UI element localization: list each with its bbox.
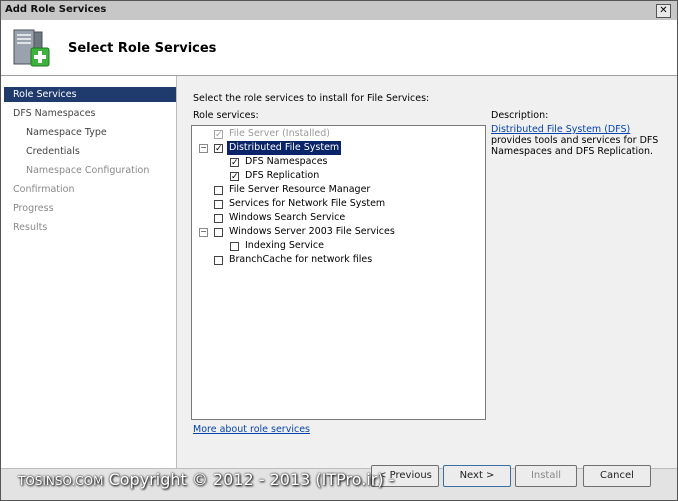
tree-row: Indexing Service <box>192 239 482 253</box>
nav-item-confirmation: Confirmation <box>13 184 75 195</box>
nav-item-progress: Progress <box>13 203 54 214</box>
description-label: Description: <box>491 110 549 121</box>
nav-item-dfs-namespaces[interactable]: DFS Namespaces <box>1 106 176 121</box>
wizard-header: Select Role Services <box>1 20 677 76</box>
tree-item-label: Windows Server 2003 File Services <box>229 226 395 237</box>
windows-search-checkbox[interactable] <box>214 214 223 223</box>
tree-row: DFS Replication <box>192 169 482 184</box>
nfs-checkbox[interactable] <box>214 200 223 209</box>
tree-row: File Server (Installed) <box>192 127 482 142</box>
role-services-tree[interactable]: File Server (Installed) − Distributed Fi… <box>191 125 486 420</box>
dfs-description-link[interactable]: Distributed File System (DFS) <box>491 124 630 135</box>
fsrm-checkbox[interactable] <box>214 186 223 195</box>
watermark-site: TOSINSO.COM <box>18 474 104 488</box>
dfs-namespaces-checkbox[interactable] <box>230 156 239 170</box>
wizard-nav: Role Services DFS Namespaces Namespace T… <box>1 76 177 468</box>
tree-row: − Windows Server 2003 File Services <box>192 225 482 239</box>
nav-item-role-services[interactable]: Role Services <box>4 87 176 102</box>
tree-item-label: BranchCache for network files <box>229 254 373 265</box>
content-pane: Select the role services to install for … <box>177 76 677 468</box>
nav-item-credentials[interactable]: Credentials <box>1 144 176 159</box>
tree-row: − Distributed File System <box>192 141 482 156</box>
collapse-icon[interactable]: − <box>199 228 208 237</box>
close-button[interactable]: ✕ <box>656 4 671 18</box>
nav-item-namespace-type[interactable]: Namespace Type <box>1 125 176 140</box>
branchcache-checkbox[interactable] <box>214 256 223 265</box>
install-button: Install <box>515 465 577 487</box>
tree-row: BranchCache for network files <box>192 253 482 267</box>
server-add-icon <box>13 29 50 67</box>
tree-item-label: DFS Namespaces <box>245 156 328 167</box>
copyright-watermark: TOSINSO.COM Copyright © 2012 - 2013 (ITP… <box>18 470 394 489</box>
tree-row: DFS Namespaces <box>192 155 482 170</box>
tree-item-label: Indexing Service <box>245 240 324 251</box>
cancel-button[interactable]: Cancel <box>583 465 651 487</box>
description-body: provides tools and services for DFS Name… <box>491 135 659 157</box>
ws2003-checkbox[interactable] <box>214 228 223 237</box>
collapse-icon[interactable]: − <box>199 144 208 153</box>
tree-item-label: Windows Search Service <box>229 212 346 223</box>
tree-item-label: File Server Resource Manager <box>229 184 371 195</box>
tree-row: Windows Search Service <box>192 211 482 225</box>
title-bar: Add Role Services ✕ <box>1 1 677 21</box>
tree-row: Services for Network File System <box>192 197 482 211</box>
tree-row: File Server Resource Manager <box>192 183 482 197</box>
tree-item-label: Services for Network File System <box>229 198 386 209</box>
nav-item-namespace-configuration: Namespace Configuration <box>26 165 150 176</box>
tree-item-label: File Server (Installed) <box>229 128 330 139</box>
description-text: Distributed File System (DFS) provides t… <box>491 124 666 157</box>
nav-item-results: Results <box>13 222 48 233</box>
watermark-copyright: Copyright © 2012 - 2013 (ITPro.ir) - <box>108 470 395 489</box>
file-server-checkbox <box>214 128 223 142</box>
window-title: Add Role Services <box>5 4 107 15</box>
more-about-role-services-link[interactable]: More about role services <box>193 424 310 435</box>
tree-item-label[interactable]: Distributed File System <box>227 141 342 155</box>
page-heading: Select Role Services <box>68 41 217 56</box>
tree-item-label: DFS Replication <box>245 170 320 181</box>
dfs-checkbox[interactable] <box>214 142 223 156</box>
add-role-services-window: Add Role Services ✕ Select Role Services… <box>0 0 678 501</box>
next-button[interactable]: Next > <box>443 465 511 487</box>
dfs-replication-checkbox[interactable] <box>230 170 239 184</box>
instruction-text: Select the role services to install for … <box>193 93 430 104</box>
role-services-label: Role services: <box>193 110 259 121</box>
indexing-service-checkbox[interactable] <box>230 242 239 251</box>
